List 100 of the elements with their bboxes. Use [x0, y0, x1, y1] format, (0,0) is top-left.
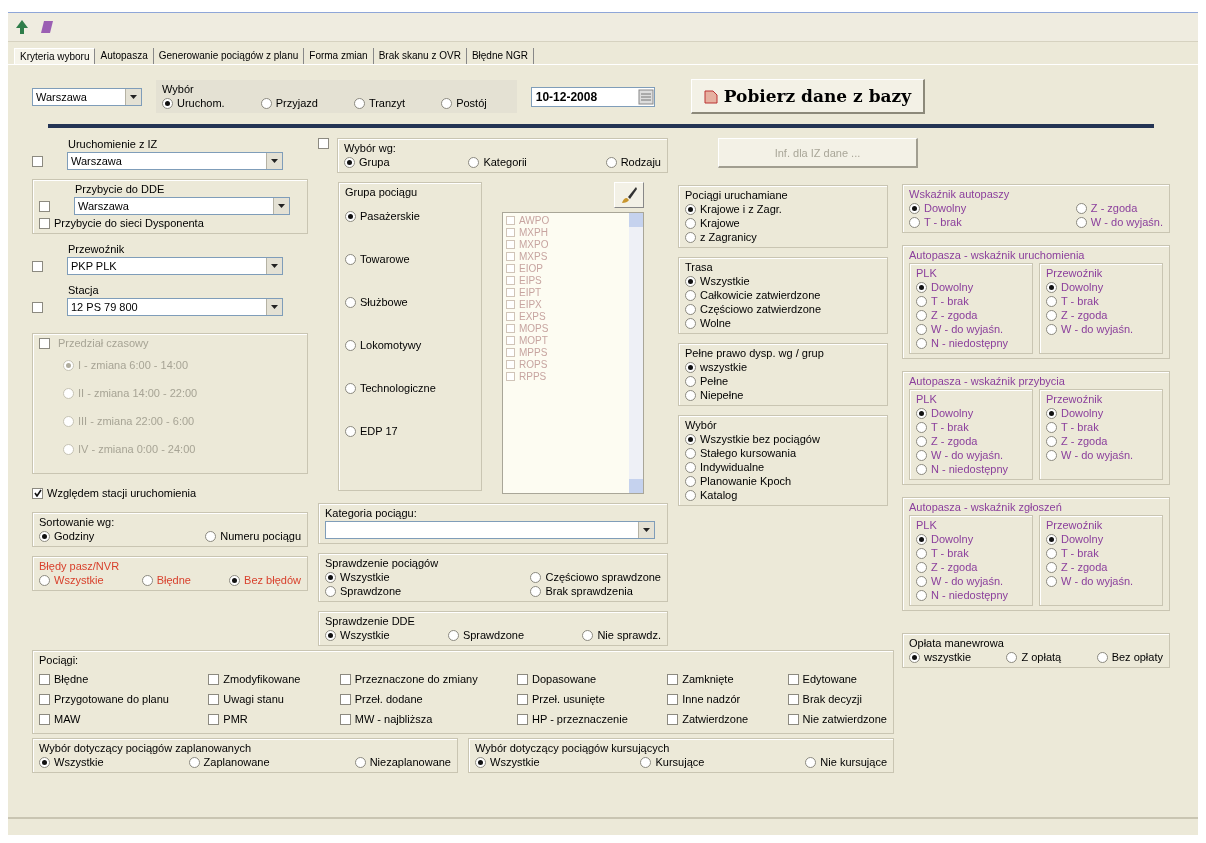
radio-button[interactable]	[162, 97, 173, 109]
dropdown[interactable]: Warszawa	[67, 152, 283, 170]
radio-button[interactable]	[325, 629, 336, 641]
list-item[interactable]: EIPS	[519, 275, 542, 286]
checkbox[interactable]	[787, 713, 799, 725]
checkbox[interactable]	[667, 713, 679, 725]
radio-button[interactable]	[345, 253, 356, 265]
list-item[interactable]: ROPS	[519, 359, 548, 370]
checkbox[interactable]	[506, 240, 515, 249]
dropdown[interactable]: Warszawa	[32, 87, 142, 106]
list-item[interactable]: EIPT	[519, 287, 542, 298]
checkbox[interactable]	[208, 673, 220, 685]
radio-button[interactable]	[1046, 309, 1057, 321]
tab[interactable]: Forma zmian	[304, 48, 374, 64]
brush-button[interactable]	[614, 182, 644, 208]
radio-button[interactable]	[345, 210, 356, 222]
radio-button[interactable]	[916, 561, 927, 573]
list-item[interactable]: MXPS	[519, 251, 548, 262]
checkbox[interactable]	[208, 713, 220, 725]
radio-button[interactable]	[916, 463, 927, 475]
radio-button[interactable]	[344, 156, 355, 168]
radio-button[interactable]	[640, 756, 652, 768]
checkbox[interactable]	[32, 301, 43, 313]
checkbox[interactable]	[667, 673, 679, 685]
list-box[interactable]: AWPO MXPH MXPO MXPS EIOP EIPS EIPT EIPX EXPS MOPS MOPT MPPS ROPS RPPS	[502, 212, 644, 494]
radio-button[interactable]	[916, 281, 927, 293]
checkbox[interactable]	[517, 673, 528, 685]
radio-button[interactable]	[685, 375, 696, 387]
radio-button[interactable]	[685, 303, 696, 315]
radio-button[interactable]	[325, 571, 336, 583]
list-item[interactable]: AWPO	[519, 215, 550, 226]
radio-button[interactable]	[530, 585, 542, 597]
checkbox[interactable]	[208, 693, 220, 705]
radio-button[interactable]	[1046, 435, 1057, 447]
radio-button[interactable]	[1006, 651, 1018, 663]
radio-button[interactable]	[685, 389, 696, 401]
radio-button[interactable]	[1046, 281, 1057, 293]
radio-button[interactable]	[909, 202, 920, 214]
checkbox[interactable]	[787, 673, 799, 685]
radio-button[interactable]	[441, 97, 453, 109]
radio-button[interactable]	[685, 433, 696, 445]
radio-button[interactable]	[1046, 575, 1057, 587]
checkbox[interactable]	[339, 693, 351, 705]
radio-button[interactable]	[916, 421, 927, 433]
checkbox[interactable]	[506, 276, 515, 285]
radio-button[interactable]	[685, 203, 696, 215]
radio-button[interactable]	[39, 530, 50, 542]
radio-button[interactable]	[141, 574, 153, 586]
radio-button[interactable]	[916, 449, 927, 461]
tab[interactable]: Autopasza	[95, 48, 154, 64]
radio-button[interactable]	[39, 756, 50, 768]
checkbox[interactable]	[506, 300, 515, 309]
radio-button[interactable]	[805, 756, 817, 768]
radio-button[interactable]	[909, 651, 920, 663]
checkbox[interactable]	[39, 200, 50, 212]
radio-button[interactable]	[229, 574, 241, 586]
radio-button[interactable]	[685, 217, 696, 229]
list-item[interactable]: MXPO	[519, 239, 549, 250]
radio-button[interactable]	[685, 447, 696, 459]
radio-button[interactable]	[916, 589, 927, 601]
radio-button[interactable]	[1046, 407, 1057, 419]
checkbox[interactable]	[517, 693, 528, 705]
radio-button[interactable]	[530, 571, 542, 583]
radio-button[interactable]	[260, 97, 272, 109]
radio-button[interactable]	[685, 231, 696, 243]
radio-button[interactable]	[325, 585, 336, 597]
radio-button[interactable]	[345, 425, 356, 437]
radio-button[interactable]	[468, 156, 480, 168]
checkbox[interactable]	[506, 348, 515, 357]
radio-button[interactable]	[909, 216, 920, 228]
radio-button[interactable]	[1046, 323, 1057, 335]
radio-button[interactable]	[916, 337, 927, 349]
radio-button[interactable]	[353, 97, 365, 109]
checkbox[interactable]	[32, 260, 43, 272]
checkbox[interactable]	[318, 138, 329, 149]
tab[interactable]: Kryteria wyboru	[14, 48, 96, 64]
radio-button[interactable]	[685, 489, 696, 501]
radio-button[interactable]	[916, 323, 927, 335]
checkbox[interactable]	[667, 693, 679, 705]
checkbox[interactable]	[39, 693, 50, 705]
radio-button[interactable]	[685, 361, 696, 373]
radio-button[interactable]	[447, 629, 459, 641]
radio-button[interactable]	[1046, 547, 1057, 559]
radio-button[interactable]	[916, 435, 927, 447]
radio-button[interactable]	[345, 296, 356, 308]
list-item[interactable]: MPPS	[519, 347, 548, 358]
checkbox[interactable]	[32, 155, 43, 167]
tab[interactable]: Generowanie pociągów z planu	[153, 48, 305, 64]
radio-button[interactable]	[1046, 295, 1057, 307]
radio-button[interactable]	[205, 530, 217, 542]
radio-button[interactable]	[685, 317, 696, 329]
tab[interactable]: Błędne NGR	[466, 48, 535, 64]
radio-button[interactable]	[916, 407, 927, 419]
radio-button[interactable]	[354, 756, 366, 768]
checkbox[interactable]	[506, 360, 515, 369]
checkbox[interactable]	[39, 713, 50, 725]
checkbox[interactable]	[506, 228, 515, 237]
radio-button[interactable]	[916, 309, 927, 321]
radio-button[interactable]	[475, 756, 486, 768]
checkbox[interactable]	[39, 217, 50, 229]
